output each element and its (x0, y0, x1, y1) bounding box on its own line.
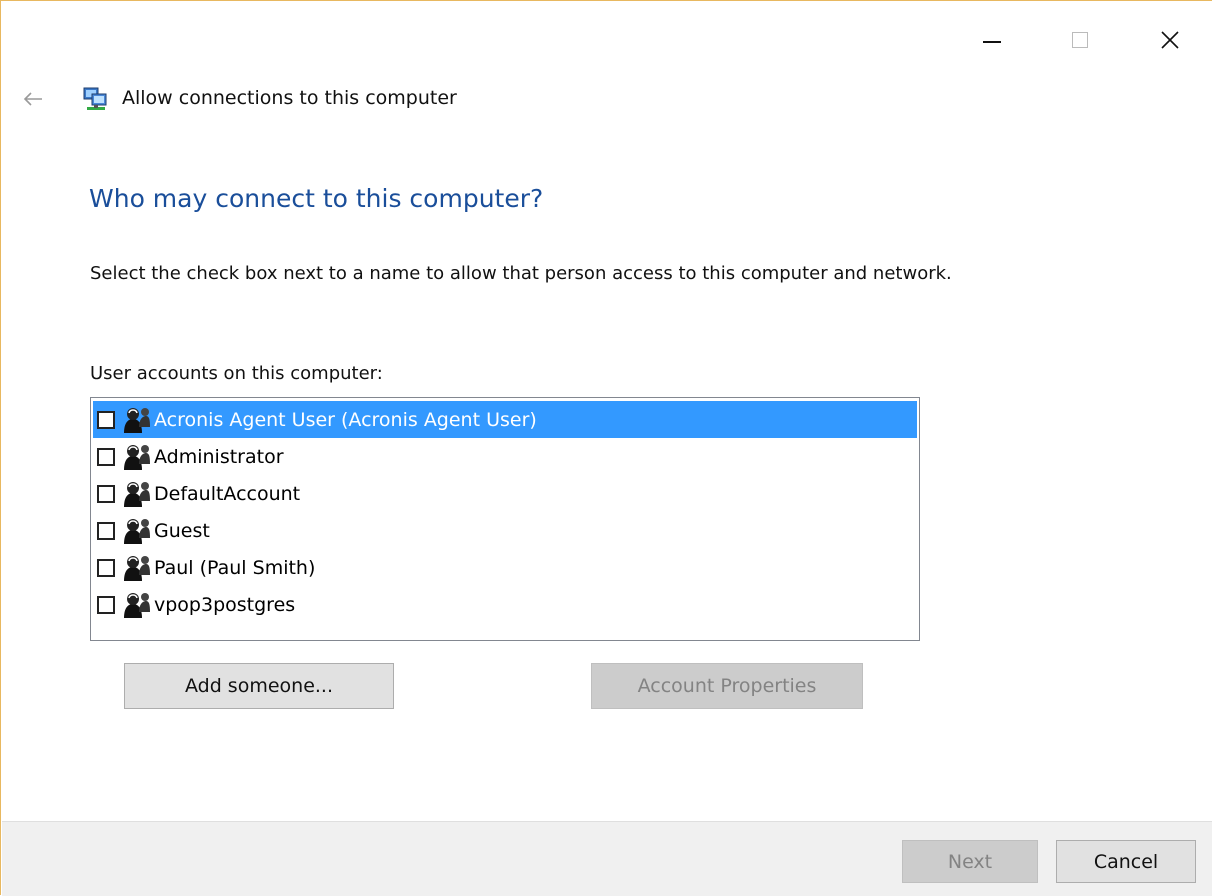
user-checkbox[interactable] (97, 558, 115, 577)
user-checkbox[interactable] (97, 447, 115, 466)
page-heading: Who may connect to this computer? (89, 184, 544, 213)
user-accounts-list[interactable]: Acronis Agent User (Acronis Agent User) … (90, 397, 920, 641)
minimize-button[interactable] (969, 17, 1015, 63)
user-checkbox[interactable] (97, 521, 115, 540)
user-account-icon (124, 407, 150, 433)
user-checkbox[interactable] (97, 484, 115, 503)
user-account-icon (124, 518, 150, 544)
maximize-icon (1072, 32, 1088, 48)
back-arrow-icon (23, 92, 42, 106)
user-list-item[interactable]: Administrator (93, 438, 917, 475)
maximize-button[interactable] (1057, 17, 1103, 63)
user-name: vpop3postgres (154, 593, 296, 616)
user-list-item[interactable]: vpop3postgres (93, 586, 917, 623)
network-computers-icon (83, 87, 107, 110)
user-account-icon (124, 481, 150, 507)
user-list-label: User accounts on this computer: (90, 363, 383, 384)
user-account-icon (124, 555, 150, 581)
user-list-item[interactable]: Guest (93, 512, 917, 549)
cancel-button[interactable]: Cancel (1056, 840, 1196, 883)
user-checkbox[interactable] (97, 410, 115, 429)
user-list-item[interactable]: DefaultAccount (93, 475, 917, 512)
user-checkbox[interactable] (97, 595, 115, 614)
user-list-item[interactable]: Paul (Paul Smith) (93, 549, 917, 586)
user-name: Paul (Paul Smith) (154, 556, 316, 579)
user-list-item[interactable]: Acronis Agent User (Acronis Agent User) (93, 401, 917, 438)
user-name: DefaultAccount (154, 482, 301, 505)
next-button[interactable]: Next (902, 840, 1038, 883)
add-someone-button[interactable]: Add someone... (124, 663, 394, 709)
close-icon (1161, 31, 1179, 49)
account-properties-button[interactable]: Account Properties (591, 663, 863, 709)
user-name: Acronis Agent User (Acronis Agent User) (154, 408, 537, 431)
back-button[interactable] (23, 85, 51, 113)
user-account-icon (124, 444, 150, 470)
wizard-title: Allow connections to this computer (122, 87, 457, 109)
dialog-window: Allow connections to this computer Who m… (0, 0, 1212, 896)
user-name: Guest (154, 519, 210, 542)
close-button[interactable] (1147, 17, 1193, 63)
minimize-icon (983, 41, 1001, 43)
instructions-text: Select the check box next to a name to a… (90, 263, 952, 284)
user-account-icon (124, 592, 150, 618)
user-name: Administrator (154, 445, 284, 468)
